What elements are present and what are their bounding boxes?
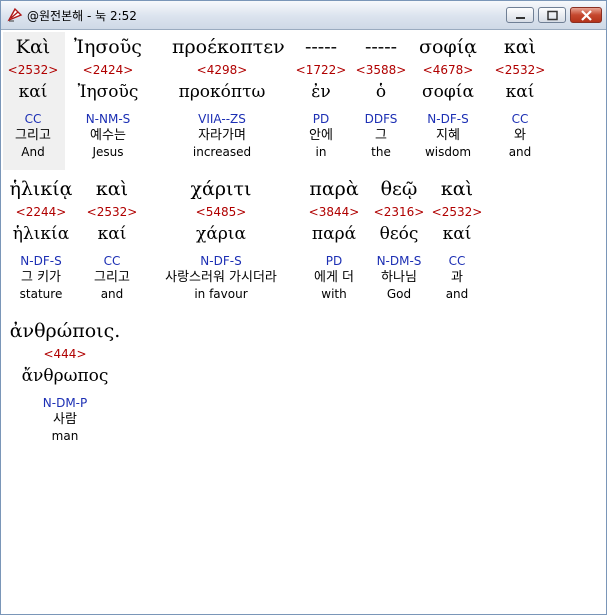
greek-word: καὶ	[503, 36, 537, 58]
greek-word: ἀνθρώποις.	[9, 320, 121, 342]
english-gloss: and	[508, 145, 532, 159]
strongs-number[interactable]: <444>	[5, 345, 125, 363]
korean-gloss: 사람	[53, 412, 77, 427]
strongs-number[interactable]: <2532>	[407, 203, 507, 221]
english-gloss: increased	[192, 145, 252, 159]
word-cell[interactable]: καὶ <2532> καί CC 과 and	[407, 175, 507, 302]
strongs-number[interactable]: <5485>	[141, 203, 301, 221]
morphology-code[interactable]: N-NM-S	[58, 111, 158, 127]
lexical-form: καί	[505, 82, 535, 102]
morphology-code[interactable]: VIIA--ZS	[172, 111, 272, 127]
app-window: @원전본해 - 눅 2:52 Καὶ <2532> καί CC 그리고 And	[0, 0, 607, 615]
minimize-button[interactable]	[506, 7, 534, 23]
greek-word: Ἰησοῦς	[74, 36, 142, 58]
english-gloss: and	[445, 287, 469, 301]
korean-gloss: 사랑스러워 가시더라	[165, 270, 277, 285]
strongs-number[interactable]: <2532>	[470, 61, 570, 79]
korean-gloss: 자라가며	[198, 128, 246, 143]
word-cell[interactable]: προέκοπτεν <4298> προκόπτω VIIA--ZS 자라가며…	[172, 33, 285, 160]
english-gloss: man	[51, 429, 79, 443]
lexical-form: καί	[442, 224, 472, 244]
morphology-code[interactable]: N-DF-S	[141, 253, 301, 269]
strongs-number[interactable]: <4298>	[172, 61, 272, 79]
window-title: @원전본해 - 눅 2:52	[27, 9, 137, 23]
greek-word: καὶ	[440, 178, 474, 200]
greek-word: χάριτι	[190, 178, 252, 200]
strongs-number[interactable]: <2424>	[58, 61, 158, 79]
english-gloss: in favour	[194, 287, 248, 301]
morphology-code[interactable]: CC	[470, 111, 570, 127]
interlinear-view[interactable]: Καὶ <2532> καί CC 그리고 And Ἰησοῦς <2424> …	[1, 30, 606, 614]
korean-gloss: 예수는	[90, 128, 126, 143]
morphology-code[interactable]: N-DM-P	[5, 395, 125, 411]
lexical-form: ἄνθρωπος	[21, 366, 109, 386]
minimize-icon	[516, 17, 525, 19]
greek-word: προέκοπτεν	[172, 36, 285, 58]
morphology-code[interactable]: CC	[407, 253, 507, 269]
english-gloss: Jesus	[92, 145, 124, 159]
maximize-button[interactable]	[538, 7, 566, 23]
lexical-form: προκόπτω	[178, 82, 266, 102]
korean-gloss: 와	[514, 128, 526, 143]
app-icon	[7, 7, 23, 23]
maximize-icon	[547, 10, 558, 21]
close-icon	[581, 10, 592, 21]
word-cell[interactable]: ἀνθρώποις. <444> ἄνθρωπος N-DM-P 사람 man	[5, 317, 125, 444]
title-bar[interactable]: @원전본해 - 눅 2:52	[1, 1, 606, 30]
word-cell[interactable]: χάριτι <5485> χάρια N-DF-S 사랑스러워 가시더라 in…	[141, 175, 301, 302]
korean-gloss: 과	[451, 270, 463, 285]
close-button[interactable]	[570, 7, 602, 23]
word-cell[interactable]: καὶ <2532> καί CC 와 and	[470, 33, 570, 160]
lexical-form: χάρια	[196, 224, 246, 244]
lexical-form: Ἰησοῦς	[77, 82, 139, 102]
word-cell[interactable]: Ἰησοῦς <2424> Ἰησοῦς N-NM-S 예수는 Jesus	[58, 33, 158, 160]
